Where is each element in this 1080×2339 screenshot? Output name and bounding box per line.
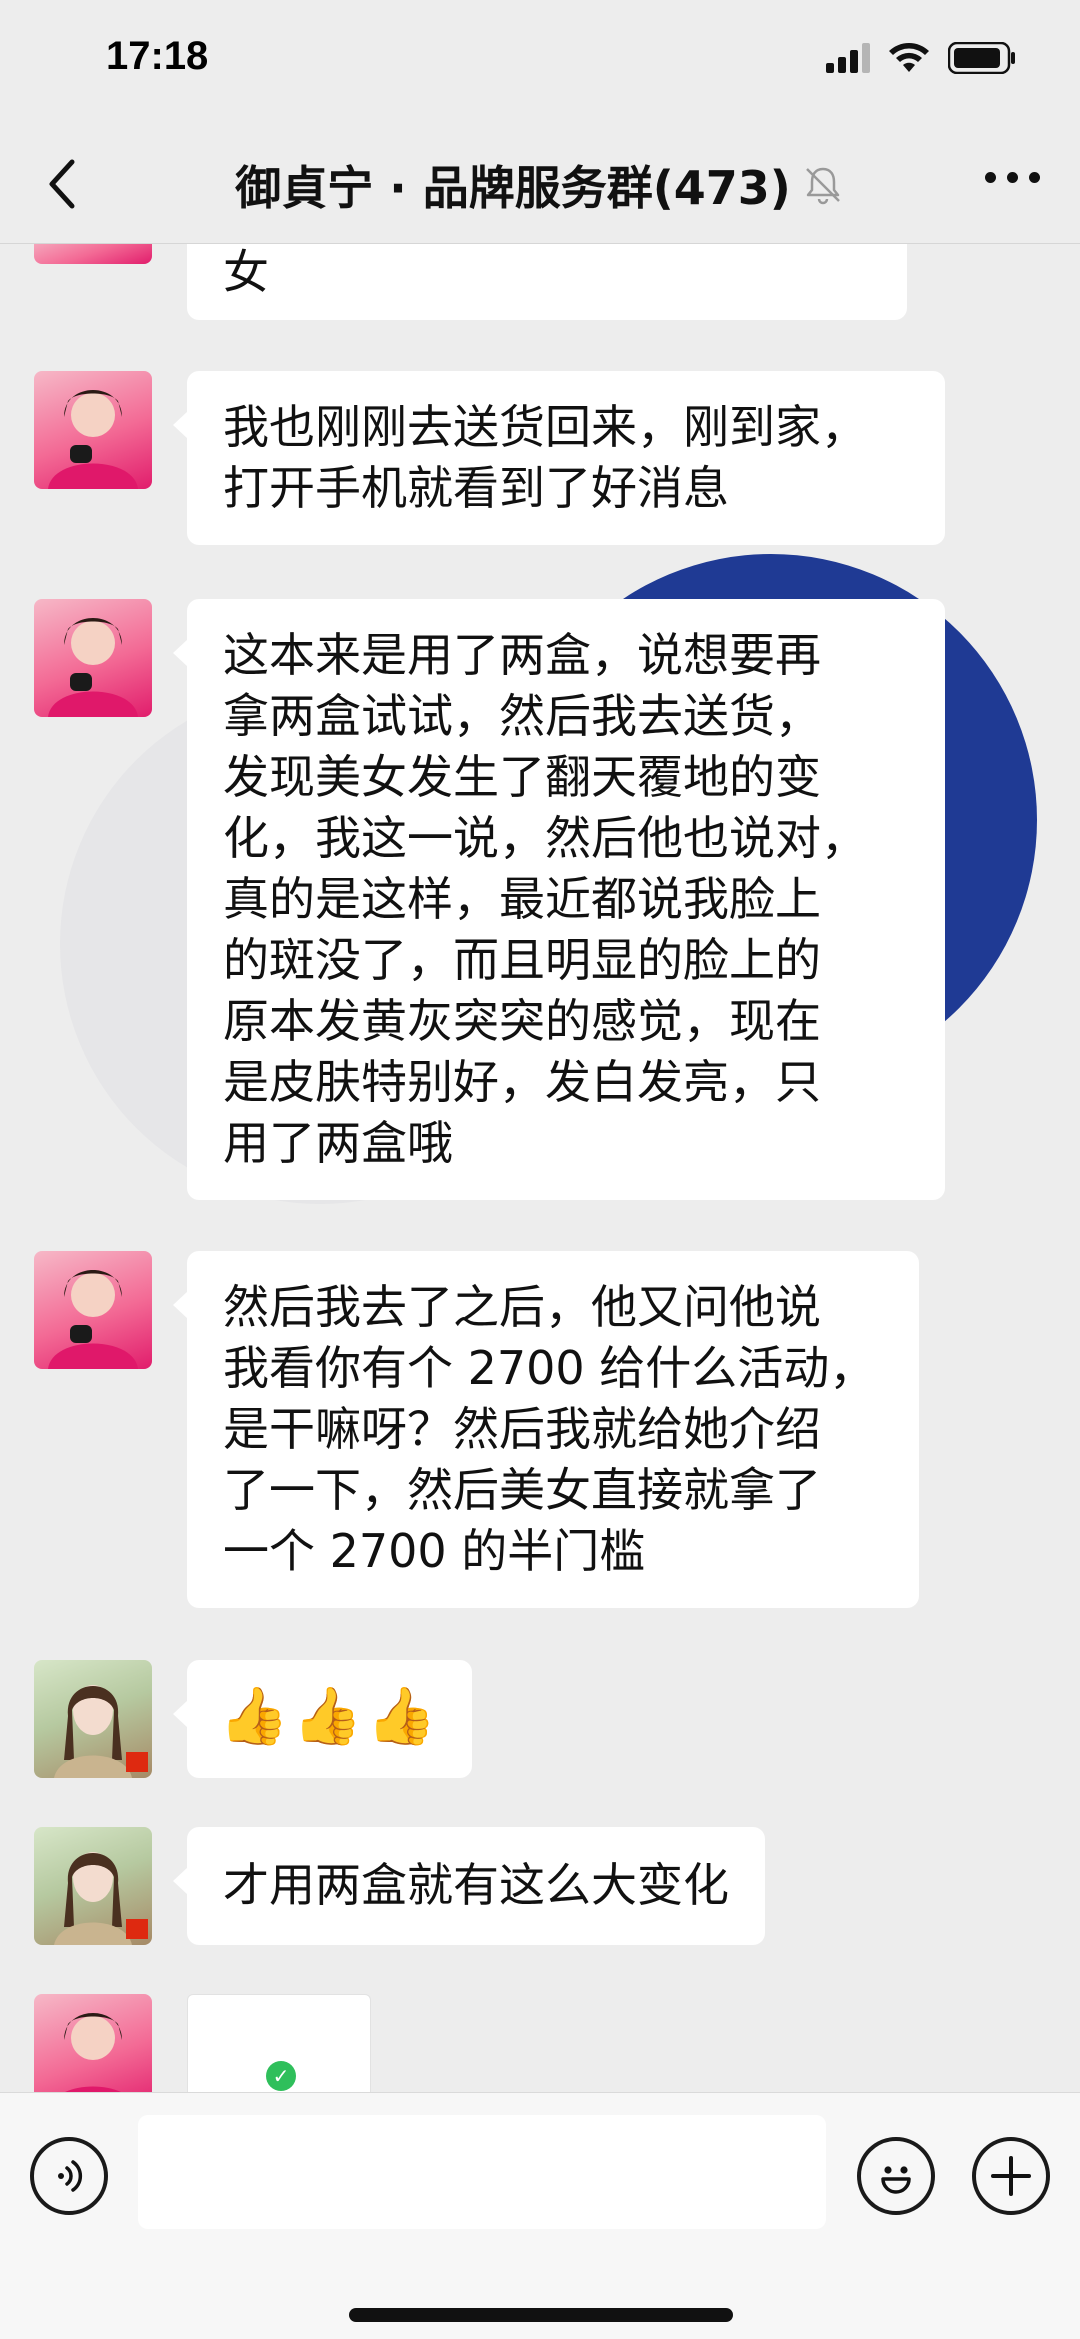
plus-icon[interactable] [972, 2137, 1050, 2215]
signal-icon [826, 43, 870, 73]
check-icon: ✓ [266, 2061, 296, 2091]
avatar[interactable] [34, 371, 152, 489]
avatar[interactable] [34, 599, 152, 717]
message-bubble[interactable]: 才用两盒就有这么大变化 [173, 1827, 765, 1945]
message-input[interactable] [138, 2115, 826, 2229]
message-bubble[interactable]: 👍👍👍 [172, 1660, 473, 1778]
message-bubble[interactable]: 女 [187, 244, 907, 320]
chat-area[interactable]: 女 我也刚刚去送货回来，刚到家， 打开手机就看到了好消息 这本来是用了两盒，说想… [0, 244, 1080, 2092]
nav-bar: 御貞宁 · 品牌服务群(473) [0, 120, 1080, 244]
chat-title: 御貞宁 · 品牌服务群(473) [235, 161, 791, 215]
home-indicator [349, 2308, 733, 2322]
bell-off-icon [805, 167, 840, 205]
image-message[interactable]: ✓ [187, 1994, 371, 2092]
avatar[interactable] [34, 244, 152, 264]
message-bubble[interactable]: 我也刚刚去送货回来，刚到家， 打开手机就看到了好消息 [173, 371, 945, 545]
status-time: 17:18 [106, 34, 209, 78]
wifi-icon [889, 43, 929, 72]
avatar[interactable] [34, 1251, 152, 1369]
input-bar [0, 2092, 1080, 2339]
avatar[interactable] [34, 1994, 152, 2092]
chat-title-container[interactable]: 御貞宁 · 品牌服务群(473) [0, 152, 1080, 218]
battery-icon [948, 42, 1015, 74]
avatar[interactable] [34, 1827, 152, 1945]
more-icon[interactable] [985, 172, 1040, 183]
message-bubble[interactable]: 然后我去了之后，他又问他说 我看你有个 2700 给什么活动， 是干嘛呀？然后我… [173, 1251, 919, 1608]
status-icons [826, 42, 1016, 74]
voice-icon[interactable] [30, 2137, 108, 2215]
message-bubble[interactable]: 这本来是用了两盒，说想要再 拿两盒试试，然后我去送货， 发现美女发生了翻天覆地的… [173, 599, 945, 1200]
status-bar: 17:18 [0, 0, 1080, 120]
avatar[interactable] [34, 1660, 152, 1778]
emoji-icon[interactable] [857, 2137, 935, 2215]
